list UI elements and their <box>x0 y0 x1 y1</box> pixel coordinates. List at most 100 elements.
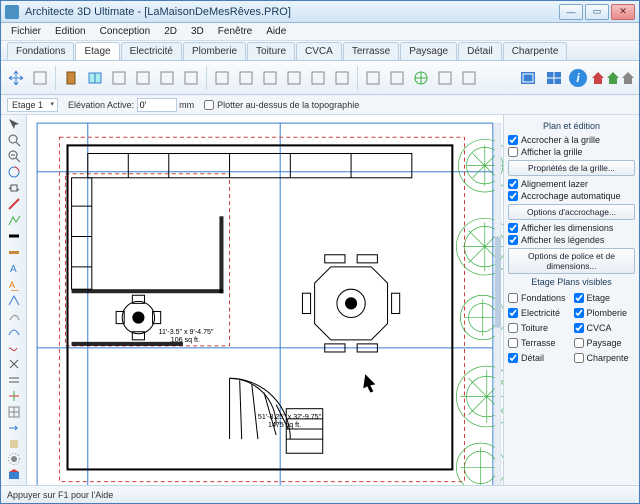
tab-détail[interactable]: Détail <box>458 42 502 60</box>
window-icon[interactable] <box>84 66 106 90</box>
app-icon <box>5 5 19 19</box>
settings-icon[interactable] <box>4 452 24 467</box>
dim-icon[interactable]: A͟ <box>4 277 24 292</box>
wall-icon[interactable] <box>362 66 384 90</box>
plan-toiture[interactable]: Toiture <box>508 323 570 333</box>
fillet-icon[interactable] <box>4 308 24 323</box>
zoom-icon[interactable] <box>4 133 24 148</box>
show-dims-checkbox[interactable]: Afficher les dimensions <box>508 223 635 233</box>
angle-icon[interactable] <box>4 292 24 307</box>
pan-icon[interactable] <box>4 181 24 196</box>
tab-cvca[interactable]: CVCA <box>296 42 342 60</box>
floor-dropdown[interactable]: Etage 1 <box>7 98 58 112</box>
tab-toiture[interactable]: Toiture <box>247 42 295 60</box>
3d-icon[interactable] <box>4 468 24 483</box>
tape-icon[interactable] <box>4 245 24 260</box>
curve-icon[interactable] <box>235 66 257 90</box>
menu-edition[interactable]: Edition <box>49 24 92 39</box>
menu-aide[interactable]: Aide <box>260 24 292 39</box>
nav-icon[interactable] <box>29 66 51 90</box>
rect-fill-icon[interactable] <box>259 66 281 90</box>
line-icon[interactable] <box>4 197 24 212</box>
wall-icon[interactable] <box>4 229 24 244</box>
polyline-icon[interactable] <box>4 213 24 228</box>
window2-icon[interactable] <box>108 66 130 90</box>
info-icon[interactable]: i <box>569 69 587 87</box>
plan-cvca[interactable]: CVCA <box>574 323 636 333</box>
blueprint2-icon[interactable] <box>543 66 565 90</box>
close-button[interactable]: ✕ <box>611 4 635 20</box>
parallel-icon[interactable] <box>4 372 24 387</box>
plot-topo-checkbox[interactable]: Plotter au-dessus de la topographie <box>204 100 359 110</box>
elevation-input[interactable] <box>137 98 177 112</box>
perp-icon[interactable] <box>4 356 24 371</box>
elevation-label: Elévation Active: mm <box>68 98 194 112</box>
tab-plomberie[interactable]: Plomberie <box>183 42 246 60</box>
plan-electricité[interactable]: Electricité <box>508 308 570 318</box>
plan-terrasse[interactable]: Terrasse <box>508 338 570 348</box>
plans-visible-grid: Fondations Etage Electricité Plomberie Toitu… <box>508 291 635 365</box>
auto-snap-checkbox[interactable]: Accrochage automatique <box>508 191 635 201</box>
pattern2-icon[interactable] <box>458 66 480 90</box>
rect-fill2-icon[interactable] <box>283 66 305 90</box>
pattern1-icon[interactable] <box>434 66 456 90</box>
plan-charpente[interactable]: Charpente <box>574 353 636 363</box>
text-icon[interactable]: A <box>4 261 24 276</box>
tab-terrasse[interactable]: Terrasse <box>343 42 399 60</box>
rect-line-icon[interactable] <box>307 66 329 90</box>
minimize-button[interactable]: — <box>559 4 583 20</box>
tab-charpente[interactable]: Charpente <box>503 42 568 60</box>
grid-icon[interactable] <box>4 404 24 419</box>
house-icons[interactable] <box>591 71 635 85</box>
font-dim-button[interactable]: Options de police et de dimensions... <box>508 248 635 274</box>
main-area: AA͟ <box>1 115 639 485</box>
opening-icon[interactable] <box>156 66 178 90</box>
axis-icon[interactable] <box>4 388 24 403</box>
floorplan-svg: 11'-3.5" x 9'-4.75" 106 sq ft. 51'-8.25"… <box>27 115 503 485</box>
window-title: Architecte 3D Ultimate - [LaMaisonDeMesR… <box>25 6 559 18</box>
tab-fondations[interactable]: Fondations <box>7 42 74 60</box>
book-icon[interactable] <box>132 66 154 90</box>
maximize-button[interactable]: ▭ <box>585 4 609 20</box>
shape-icon[interactable] <box>211 66 233 90</box>
orbit-icon[interactable] <box>4 165 24 180</box>
plan-détail[interactable]: Détail <box>508 353 570 363</box>
plant-icon[interactable] <box>410 66 432 90</box>
extend-icon[interactable] <box>4 420 24 435</box>
circle-icon[interactable] <box>331 66 353 90</box>
tab-etage[interactable]: Etage <box>75 42 119 60</box>
panel-title-edit: Plan et édition <box>508 121 635 131</box>
menu-fenêtre[interactable]: Fenêtre <box>212 24 258 39</box>
curve2-icon[interactable] <box>4 340 24 355</box>
house-red-icon <box>591 71 605 85</box>
sub-toolbar: Etage 1 Elévation Active: mm Plotter au-… <box>1 95 639 115</box>
laser-align-checkbox[interactable]: Alignement lazer <box>508 179 635 189</box>
menu-2d[interactable]: 2D <box>158 24 183 39</box>
menu-conception[interactable]: Conception <box>94 24 157 39</box>
menu-3d[interactable]: 3D <box>185 24 210 39</box>
menu-fichier[interactable]: Fichier <box>5 24 47 39</box>
plan-etage[interactable]: Etage <box>574 293 636 303</box>
show-legends-checkbox[interactable]: Afficher les légendes <box>508 235 635 245</box>
snap-grid-checkbox[interactable]: Accrocher à la grille <box>508 135 635 145</box>
floorplan-canvas[interactable]: 11'-3.5" x 9'-4.75" 106 sq ft. 51'-8.25"… <box>27 115 503 485</box>
tab-paysage[interactable]: Paysage <box>400 42 457 60</box>
snap-opts-button[interactable]: Options d'accrochage... <box>508 204 635 220</box>
wall-layer-icon[interactable] <box>386 66 408 90</box>
zoom-out-icon[interactable] <box>4 149 24 164</box>
bifold-icon[interactable] <box>180 66 202 90</box>
show-grid-checkbox[interactable]: Afficher la grille <box>508 147 635 157</box>
fill-icon[interactable] <box>4 436 24 451</box>
select-icon[interactable] <box>4 117 24 132</box>
blueprint1-icon[interactable] <box>517 66 539 90</box>
tab-electricité[interactable]: Electricité <box>121 42 182 60</box>
plan-paysage[interactable]: Paysage <box>574 338 636 348</box>
door-icon[interactable] <box>60 66 82 90</box>
plan-plomberie[interactable]: Plomberie <box>574 308 636 318</box>
plan-fondations[interactable]: Fondations <box>508 293 570 303</box>
panel-title-plans: Etage Plans visibles <box>508 277 635 287</box>
arrow-cross-icon[interactable] <box>5 66 27 90</box>
titlebar: Architecte 3D Ultimate - [LaMaisonDeMesR… <box>1 1 639 23</box>
grid-props-button[interactable]: Propriétés de la grille... <box>508 160 635 176</box>
spline-icon[interactable] <box>4 324 24 339</box>
